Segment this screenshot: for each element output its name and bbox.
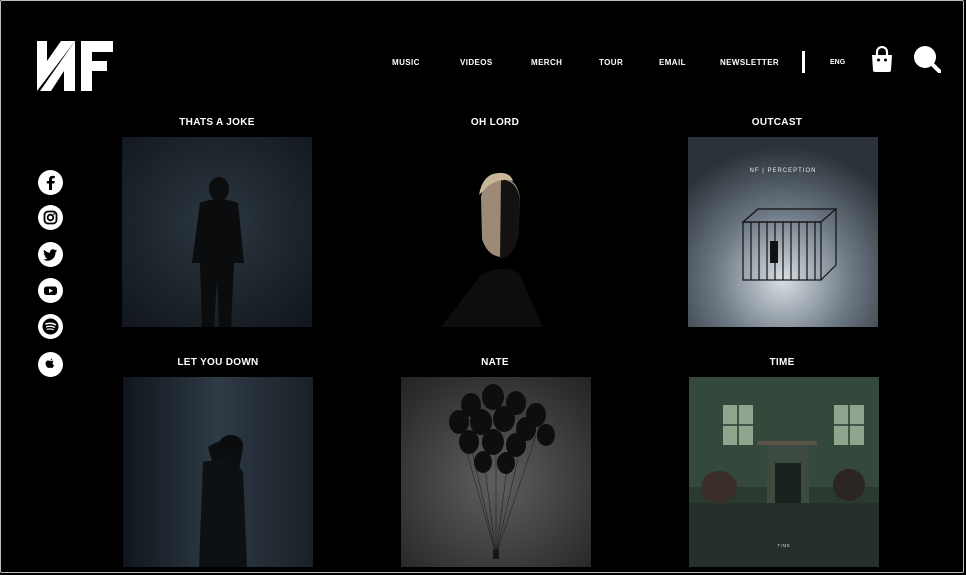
tile-title-outcast[interactable]: OUTCAST xyxy=(667,117,887,128)
search-icon[interactable] xyxy=(913,45,941,73)
tile-title-oh-lord[interactable]: OH LORD xyxy=(385,117,605,128)
outcast-cover-text: NF | PERCEPTION xyxy=(750,168,817,174)
tile-title-nate[interactable]: NATE xyxy=(385,357,605,368)
album-cover-nate[interactable] xyxy=(401,377,591,567)
instagram-icon[interactable] xyxy=(38,205,63,230)
album-cover-oh-lord[interactable] xyxy=(401,137,591,327)
nf-logo[interactable] xyxy=(37,41,113,91)
apple-icon[interactable] xyxy=(38,352,63,377)
facebook-icon[interactable] xyxy=(38,170,63,195)
album-cover-outcast[interactable]: NF | PERCEPTION xyxy=(688,137,878,327)
tile-title-thats-a-joke[interactable]: THATS A JOKE xyxy=(107,117,327,128)
tile-title-let-you-down[interactable]: LET YOU DOWN xyxy=(108,357,328,368)
time-cover-text: TIME xyxy=(777,543,790,548)
shopping-bag-icon[interactable] xyxy=(870,46,894,72)
nav-tour[interactable]: TOUR xyxy=(599,58,623,67)
nav-newsletter[interactable]: NEWSLETTER xyxy=(720,58,779,67)
twitter-icon[interactable] xyxy=(38,242,63,267)
tile-title-time[interactable]: TIME xyxy=(672,357,892,368)
nav-music[interactable]: MUSIC xyxy=(392,58,420,67)
nav-merch[interactable]: MERCH xyxy=(531,58,562,67)
album-cover-let-you-down[interactable] xyxy=(123,377,313,567)
album-cover-time[interactable]: TIME xyxy=(689,377,879,567)
nav-email[interactable]: EMAIL xyxy=(659,58,686,67)
spotify-icon[interactable] xyxy=(38,314,63,339)
nav-videos[interactable]: VIDEOS xyxy=(460,58,493,67)
youtube-icon[interactable] xyxy=(38,278,63,303)
album-cover-thats-a-joke[interactable] xyxy=(122,137,312,327)
language-switch[interactable]: ENG xyxy=(830,59,845,66)
nav-separator xyxy=(802,51,805,73)
